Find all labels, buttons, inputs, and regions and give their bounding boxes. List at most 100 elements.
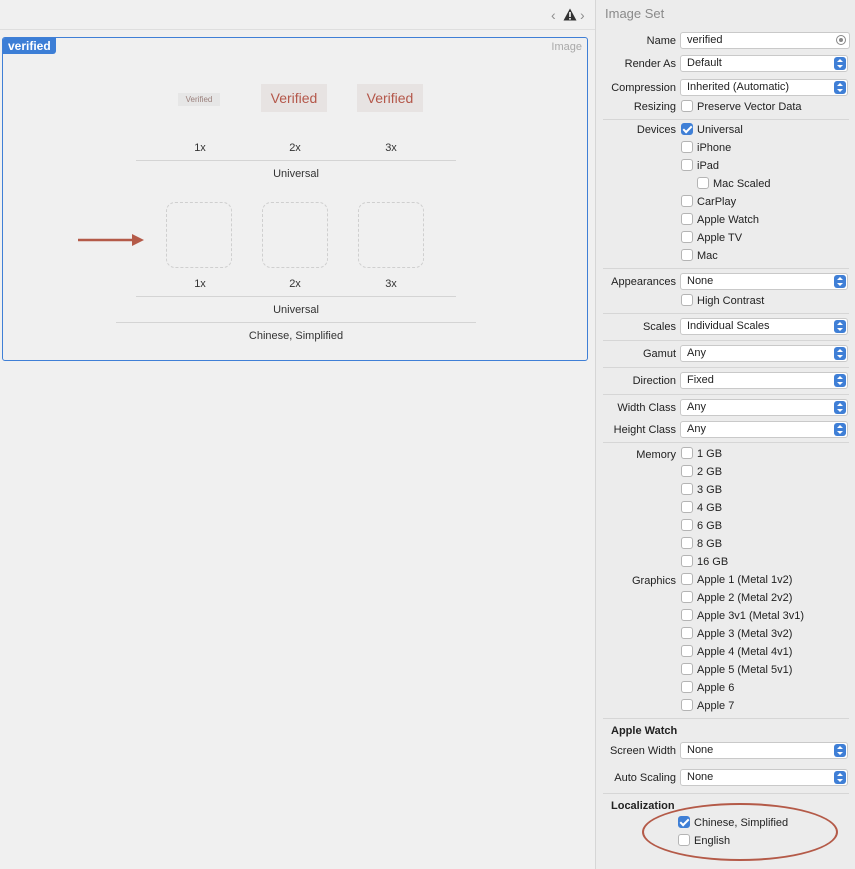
memory-checkbox[interactable]: 4 GB xyxy=(681,501,722,517)
checkbox-label: iPhone xyxy=(697,142,732,154)
name-field-value: verified xyxy=(687,34,723,46)
auto-scaling-popup[interactable]: None xyxy=(680,769,848,786)
graphics-checkbox[interactable]: Apple 4 (Metal 4v1) xyxy=(681,645,792,661)
divider xyxy=(136,160,456,161)
device-checkbox-iphone[interactable]: iPhone xyxy=(681,141,731,157)
divider xyxy=(603,442,849,443)
screen-width-label: Screen Width xyxy=(609,745,676,757)
empty-image-well-3x[interactable] xyxy=(358,202,424,268)
graphics-checkbox[interactable]: Apple 6 xyxy=(681,681,734,697)
device-checkbox-universal[interactable]: Universal xyxy=(681,123,743,139)
slot-label-2x: 2x xyxy=(289,142,301,154)
memory-checkbox[interactable]: 6 GB xyxy=(681,519,722,535)
direction-popup[interactable]: Fixed xyxy=(680,372,848,389)
checkbox-icon[interactable] xyxy=(681,681,693,694)
checkbox-icon[interactable] xyxy=(681,699,693,712)
checkbox-icon[interactable] xyxy=(681,195,693,208)
apple-watch-section-title: Apple Watch xyxy=(611,725,678,737)
checkbox-icon[interactable] xyxy=(681,645,693,658)
graphics-checkbox[interactable]: Apple 5 (Metal 5v1) xyxy=(681,663,792,679)
checkbox-checked-icon[interactable] xyxy=(681,123,693,136)
graphics-checkbox[interactable]: Apple 3v1 (Metal 3v1) xyxy=(681,609,804,625)
group-label-universal: Universal xyxy=(273,168,319,180)
popup-arrows-icon xyxy=(834,275,846,288)
render-as-popup[interactable]: Default xyxy=(680,55,848,72)
chevron-right-icon[interactable]: › xyxy=(580,7,585,23)
checkbox-icon[interactable] xyxy=(681,537,693,550)
graphics-checkbox[interactable]: Apple 1 (Metal 1v2) xyxy=(681,573,792,589)
checkbox-icon[interactable] xyxy=(681,159,693,172)
checkbox-icon[interactable] xyxy=(681,627,693,640)
checkbox-label: Apple 1 (Metal 1v2) xyxy=(697,574,793,586)
memory-checkbox[interactable]: 2 GB xyxy=(681,465,722,481)
checkbox-icon[interactable] xyxy=(681,519,693,532)
warning-icon[interactable] xyxy=(563,8,577,21)
device-checkbox-carplay[interactable]: CarPlay xyxy=(681,195,736,211)
popup-arrows-icon xyxy=(834,423,846,436)
name-field[interactable]: verified xyxy=(680,32,850,49)
empty-image-well-2x[interactable] xyxy=(262,202,328,268)
empty-image-well-1x[interactable] xyxy=(166,202,232,268)
height-class-popup[interactable]: Any xyxy=(680,421,848,438)
compression-value: Inherited (Automatic) xyxy=(687,81,790,93)
checkbox-icon[interactable] xyxy=(681,249,693,262)
checkbox-icon[interactable] xyxy=(681,501,693,514)
divider xyxy=(603,394,849,395)
checkbox-icon[interactable] xyxy=(681,483,693,496)
memory-checkbox[interactable]: 3 GB xyxy=(681,483,722,499)
memory-checkbox[interactable]: 8 GB xyxy=(681,537,722,553)
checkbox-icon[interactable] xyxy=(681,465,693,478)
graphics-checkbox[interactable]: Apple 3 (Metal 3v2) xyxy=(681,627,792,643)
preserve-vector-data-checkbox[interactable]: Preserve Vector Data xyxy=(681,100,802,116)
direction-label: Direction xyxy=(632,375,676,387)
appearances-label: Appearances xyxy=(611,276,676,288)
scales-label: Scales xyxy=(642,321,676,333)
checkbox-label: Apple 3 (Metal 3v2) xyxy=(697,628,793,640)
checkbox-icon[interactable] xyxy=(681,555,693,568)
checkbox-label: 4 GB xyxy=(697,502,723,514)
annotation-arrow xyxy=(78,234,144,246)
screen-width-popup[interactable]: None xyxy=(680,742,848,759)
checkbox-icon[interactable] xyxy=(681,213,693,226)
device-checkbox-apple-watch[interactable]: Apple Watch xyxy=(681,213,759,229)
graphics-checkbox[interactable]: Apple 7 xyxy=(681,699,734,715)
divider xyxy=(603,119,849,120)
checkbox-icon[interactable] xyxy=(681,447,693,460)
checkbox-icon[interactable] xyxy=(681,231,693,244)
scales-popup[interactable]: Individual Scales xyxy=(680,318,848,335)
device-checkbox-mac-scaled[interactable]: Mac Scaled xyxy=(697,177,770,193)
clear-icon[interactable] xyxy=(836,35,846,45)
gamut-popup[interactable]: Any xyxy=(680,345,848,362)
checkbox-label: iPad xyxy=(697,160,720,172)
image-thumbnail-1x[interactable]: Verified xyxy=(178,93,220,106)
memory-checkbox[interactable]: 1 GB xyxy=(681,447,722,463)
device-checkbox-ipad[interactable]: iPad xyxy=(681,159,719,175)
checkbox-icon[interactable] xyxy=(681,663,693,676)
checkbox-icon[interactable] xyxy=(697,177,709,190)
auto-scaling-label: Auto Scaling xyxy=(614,772,676,784)
memory-checkbox[interactable]: 16 GB xyxy=(681,555,728,571)
checkbox-label: 8 GB xyxy=(697,538,723,550)
slot-label-3x: 3x xyxy=(385,278,397,290)
checkbox-icon[interactable] xyxy=(681,573,693,586)
checkbox-icon[interactable] xyxy=(681,609,693,622)
high-contrast-checkbox[interactable]: High Contrast xyxy=(681,294,764,310)
checkbox-icon[interactable] xyxy=(681,591,693,604)
image-set-type-label: Image xyxy=(551,41,582,53)
appearances-popup[interactable]: None xyxy=(680,273,848,290)
image-thumbnail-2x[interactable]: Verified xyxy=(261,84,327,112)
divider xyxy=(603,367,849,368)
width-class-popup[interactable]: Any xyxy=(680,399,848,416)
graphics-checkbox[interactable]: Apple 2 (Metal 2v2) xyxy=(681,591,792,607)
checkbox-icon[interactable] xyxy=(681,141,693,154)
checkbox-icon[interactable] xyxy=(681,294,693,307)
image-thumbnail-3x[interactable]: Verified xyxy=(357,84,423,112)
compression-popup[interactable]: Inherited (Automatic) xyxy=(680,79,848,96)
device-checkbox-mac[interactable]: Mac xyxy=(681,249,718,265)
resizing-label: Resizing xyxy=(633,101,676,113)
checkbox-label: Apple TV xyxy=(697,232,743,244)
popup-arrows-icon xyxy=(834,771,846,784)
checkbox-icon[interactable] xyxy=(681,100,693,113)
device-checkbox-apple-tv[interactable]: Apple TV xyxy=(681,231,742,247)
chevron-left-icon[interactable]: ‹ xyxy=(551,7,556,23)
